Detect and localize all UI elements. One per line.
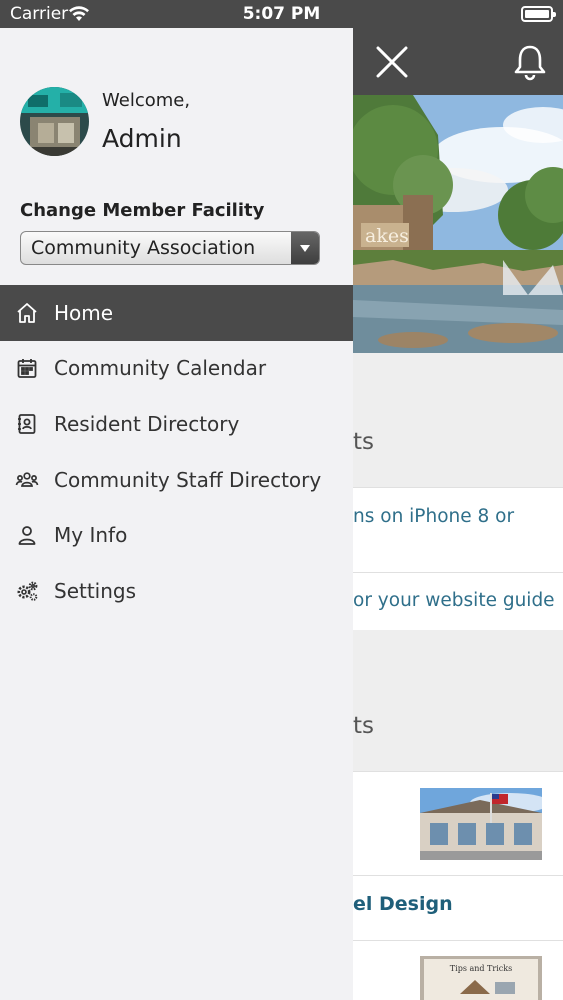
drawer-menu: Home Community Calendar Resident Directo…	[0, 285, 353, 619]
menu-item-community-calendar[interactable]: Community Calendar	[0, 341, 353, 397]
facility-dropdown[interactable]: Community Association	[20, 231, 320, 265]
article-title-2[interactable]: el Design	[353, 893, 453, 915]
notifications-button[interactable]	[510, 42, 550, 82]
section1-heading: ts	[353, 429, 375, 455]
user-icon	[0, 508, 54, 563]
status-bar: Carrier 5:07 PM	[0, 0, 563, 28]
clock-label: 5:07 PM	[242, 4, 321, 24]
section2-heading: ts	[353, 713, 375, 739]
menu-label-home: Home	[54, 300, 114, 325]
announcement-link-2[interactable]: or your website guide	[353, 590, 555, 611]
menu-item-resident-directory[interactable]: Resident Directory	[0, 396, 353, 452]
gears-icon	[0, 563, 54, 618]
facility-label: Change Member Facility	[20, 200, 265, 221]
navigation-drawer: Welcome, Admin Change Member Facility Co…	[0, 28, 353, 1000]
hero-sign-text: akes	[365, 225, 409, 247]
contact-book-icon	[0, 396, 54, 451]
users-icon	[0, 452, 54, 507]
menu-item-home[interactable]: Home	[0, 285, 353, 341]
article-thumbnail-1	[420, 788, 542, 860]
menu-label-settings: Settings	[54, 578, 137, 603]
avatar[interactable]	[20, 87, 89, 156]
menu-label-my-info: My Info	[54, 523, 128, 548]
close-menu-button[interactable]	[372, 42, 412, 82]
menu-label-community-staff-directory: Community Staff Directory	[54, 467, 322, 492]
announcement-row-1[interactable]	[353, 487, 563, 572]
dropdown-arrow-icon	[291, 232, 319, 264]
article-thumbnail-2: Tips and Tricks	[420, 956, 542, 1000]
welcome-label: Welcome,	[102, 90, 191, 111]
menu-item-my-info[interactable]: My Info	[0, 507, 353, 563]
battery-icon	[521, 6, 556, 22]
close-icon	[372, 46, 412, 86]
user-name: Admin	[102, 124, 182, 153]
home-icon	[0, 285, 54, 340]
announcement-link-1[interactable]: ns on iPhone 8 or	[353, 506, 514, 527]
bell-icon	[510, 45, 550, 86]
hero-image: akes	[353, 95, 563, 353]
announcements-section-header	[353, 353, 563, 487]
menu-label-community-calendar: Community Calendar	[54, 356, 267, 381]
calendar-icon	[0, 341, 54, 396]
menu-item-community-staff-directory[interactable]: Community Staff Directory	[0, 452, 353, 508]
facility-selected-value: Community Association	[31, 237, 256, 259]
menu-label-resident-directory: Resident Directory	[54, 411, 240, 436]
articles-section-header	[353, 630, 563, 771]
thumbnail-caption: Tips and Tricks	[450, 964, 512, 973]
menu-item-settings[interactable]: Settings	[0, 563, 353, 619]
